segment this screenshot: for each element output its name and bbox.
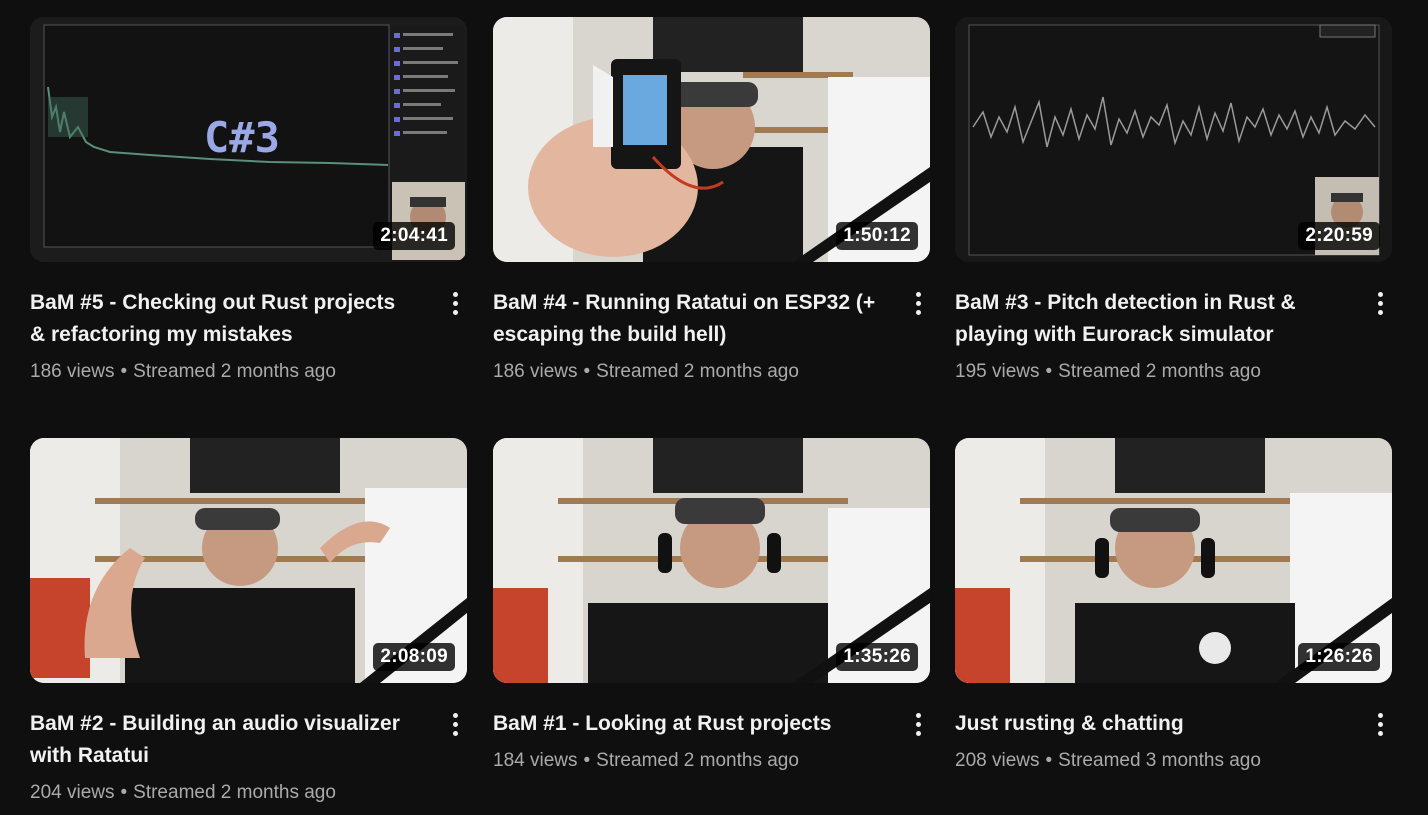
view-count: 204 views (30, 782, 115, 803)
more-vert-icon[interactable] (443, 708, 467, 740)
video-thumbnail[interactable]: C#3 2:04:41 (30, 17, 467, 262)
video-meta: BaM #1 - Looking at Rust projects 184 vi… (493, 708, 930, 774)
view-count: 208 views (955, 750, 1040, 771)
video-duration: 2:20:59 (1298, 222, 1380, 250)
publish-time: Streamed 2 months ago (133, 361, 336, 382)
video-stats: 204 views • Streamed 2 months ago (30, 780, 415, 806)
video-title[interactable]: BaM #3 - Pitch detection in Rust & playi… (955, 287, 1340, 351)
video-card[interactable]: 1:35:26 BaM #1 - Looking at Rust project… (493, 438, 930, 774)
video-card[interactable]: 1:26:26 Just rusting & chatting 208 view… (955, 438, 1392, 774)
video-stats: 186 views • Streamed 2 months ago (493, 359, 878, 385)
video-stats: 184 views • Streamed 2 months ago (493, 748, 878, 774)
thumbnail-overlay-text: C#3 (204, 113, 280, 162)
separator-dot: • (1045, 361, 1053, 382)
video-title[interactable]: Just rusting & chatting (955, 708, 1340, 740)
video-card[interactable]: C#3 2:04:41 BaM #5 - Checking out Rust p… (30, 17, 467, 385)
separator-dot: • (120, 361, 128, 382)
more-vert-icon[interactable] (906, 708, 930, 740)
publish-time: Streamed 2 months ago (596, 750, 799, 771)
video-thumbnail[interactable]: 1:26:26 (955, 438, 1392, 683)
video-meta: BaM #5 - Checking out Rust projects & re… (30, 287, 467, 385)
publish-time: Streamed 2 months ago (596, 361, 799, 382)
separator-dot: • (1045, 750, 1053, 771)
video-duration: 1:35:26 (836, 643, 918, 671)
video-title[interactable]: BaM #4 - Running Ratatui on ESP32 (+ esc… (493, 287, 878, 351)
publish-time: Streamed 2 months ago (133, 782, 336, 803)
view-count: 186 views (30, 361, 115, 382)
video-meta: BaM #4 - Running Ratatui on ESP32 (+ esc… (493, 287, 930, 385)
video-thumbnail[interactable]: 1:50:12 (493, 17, 930, 262)
video-card[interactable]: 2:20:59 BaM #3 - Pitch detection in Rust… (955, 17, 1392, 385)
separator-dot: • (583, 361, 591, 382)
view-count: 195 views (955, 361, 1040, 382)
video-duration: 2:08:09 (373, 643, 455, 671)
video-stats: 208 views • Streamed 3 months ago (955, 748, 1340, 774)
separator-dot: • (583, 750, 591, 771)
video-stats: 195 views • Streamed 2 months ago (955, 359, 1340, 385)
video-card[interactable]: 2:08:09 BaM #2 - Building an audio visua… (30, 438, 467, 806)
view-count: 186 views (493, 361, 578, 382)
video-duration: 1:26:26 (1298, 643, 1380, 671)
video-title[interactable]: BaM #2 - Building an audio visualizer wi… (30, 708, 415, 772)
more-vert-icon[interactable] (1368, 708, 1392, 740)
more-vert-icon[interactable] (906, 287, 930, 319)
video-meta: Just rusting & chatting 208 views • Stream… (955, 708, 1392, 774)
video-title[interactable]: BaM #1 - Looking at Rust projects (493, 708, 878, 740)
video-thumbnail[interactable]: 2:20:59 (955, 17, 1392, 262)
video-thumbnail[interactable]: 2:08:09 (30, 438, 467, 683)
video-duration: 1:50:12 (836, 222, 918, 250)
video-card[interactable]: 1:50:12 BaM #4 - Running Ratatui on ESP3… (493, 17, 930, 385)
video-title[interactable]: BaM #5 - Checking out Rust projects & re… (30, 287, 415, 351)
video-meta: BaM #2 - Building an audio visualizer wi… (30, 708, 467, 806)
publish-time: Streamed 3 months ago (1058, 750, 1261, 771)
video-meta: BaM #3 - Pitch detection in Rust & playi… (955, 287, 1392, 385)
more-vert-icon[interactable] (443, 287, 467, 319)
video-thumbnail[interactable]: 1:35:26 (493, 438, 930, 683)
separator-dot: • (120, 782, 128, 803)
more-vert-icon[interactable] (1368, 287, 1392, 319)
video-duration: 2:04:41 (373, 222, 455, 250)
publish-time: Streamed 2 months ago (1058, 361, 1261, 382)
view-count: 184 views (493, 750, 578, 771)
video-stats: 186 views • Streamed 2 months ago (30, 359, 415, 385)
video-grid: C#3 2:04:41 BaM #5 - Checking out Rust p… (0, 0, 1428, 815)
